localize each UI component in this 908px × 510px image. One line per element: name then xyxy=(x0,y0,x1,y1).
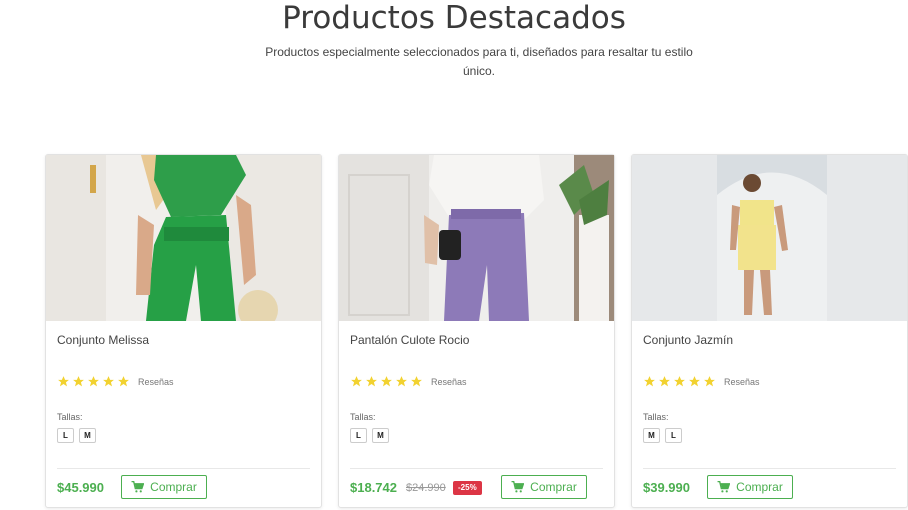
product-card[interactable]: Pantalón Culote Rocio Reseñas Tallas: L … xyxy=(338,154,615,508)
size-option[interactable]: L xyxy=(350,428,367,443)
reviews-link[interactable]: Reseñas xyxy=(431,377,467,387)
product-image[interactable] xyxy=(46,155,321,321)
product-name[interactable]: Conjunto Jazmín xyxy=(643,333,733,347)
product-name[interactable]: Conjunto Melissa xyxy=(57,333,149,347)
product-price: $18.742 xyxy=(350,480,397,495)
star-icon xyxy=(72,375,85,388)
star-icon xyxy=(658,375,671,388)
size-option[interactable]: L xyxy=(665,428,682,443)
star-icon xyxy=(365,375,378,388)
size-option[interactable]: M xyxy=(643,428,660,443)
star-icon xyxy=(57,375,70,388)
reviews-link[interactable]: Reseñas xyxy=(724,377,760,387)
cart-icon xyxy=(131,480,145,493)
star-icon xyxy=(688,375,701,388)
product-rating: Reseñas xyxy=(350,375,467,388)
star-icon xyxy=(87,375,100,388)
buy-button-label: Comprar xyxy=(150,480,197,494)
divider xyxy=(350,468,603,469)
buy-button[interactable]: Comprar xyxy=(121,475,207,499)
cart-icon xyxy=(717,480,731,493)
product-price: $39.990 xyxy=(643,480,690,495)
sizes-label: Tallas: xyxy=(350,412,376,422)
product-photo-green-outfit xyxy=(46,155,321,321)
product-name[interactable]: Pantalón Culote Rocio xyxy=(350,333,469,347)
star-icon xyxy=(102,375,115,388)
buy-button[interactable]: Comprar xyxy=(501,475,587,499)
buy-button-label: Comprar xyxy=(736,480,783,494)
product-price: $45.990 xyxy=(57,480,104,495)
sizes-label: Tallas: xyxy=(57,412,83,422)
star-icon xyxy=(117,375,130,388)
product-rating: Reseñas xyxy=(643,375,760,388)
page-subtitle: Productos especialmente seleccionados pa… xyxy=(265,45,693,78)
product-photo-purple-pants xyxy=(339,155,614,321)
star-icon xyxy=(643,375,656,388)
product-card[interactable]: Conjunto Melissa Reseñas Tallas: L M $45… xyxy=(45,154,322,508)
star-icon xyxy=(703,375,716,388)
star-icon xyxy=(380,375,393,388)
size-options: M L xyxy=(643,428,687,443)
star-icon xyxy=(350,375,363,388)
reviews-link[interactable]: Reseñas xyxy=(138,377,174,387)
star-icon xyxy=(395,375,408,388)
size-option[interactable]: L xyxy=(57,428,74,443)
size-option[interactable]: M xyxy=(372,428,389,443)
sizes-label: Tallas: xyxy=(643,412,669,422)
buy-button-label: Comprar xyxy=(530,480,577,494)
page-title: Productos Destacados xyxy=(282,0,626,36)
size-option[interactable]: M xyxy=(79,428,96,443)
star-icon xyxy=(410,375,423,388)
cart-icon xyxy=(511,480,525,493)
product-image[interactable] xyxy=(632,155,907,321)
product-old-price: $24.990 xyxy=(406,482,446,494)
star-icon xyxy=(673,375,686,388)
buy-button[interactable]: Comprar xyxy=(707,475,793,499)
product-rating: Reseñas xyxy=(57,375,174,388)
discount-badge: -25% xyxy=(453,481,482,495)
size-options: L M xyxy=(57,428,101,443)
divider xyxy=(643,468,896,469)
divider xyxy=(57,468,310,469)
product-card[interactable]: Conjunto Jazmín Reseñas Tallas: M L $39.… xyxy=(631,154,908,508)
product-grid: Conjunto Melissa Reseñas Tallas: L M $45… xyxy=(0,154,908,510)
size-options: L M xyxy=(350,428,394,443)
product-image[interactable] xyxy=(339,155,614,321)
product-photo-yellow-outfit xyxy=(632,155,907,321)
